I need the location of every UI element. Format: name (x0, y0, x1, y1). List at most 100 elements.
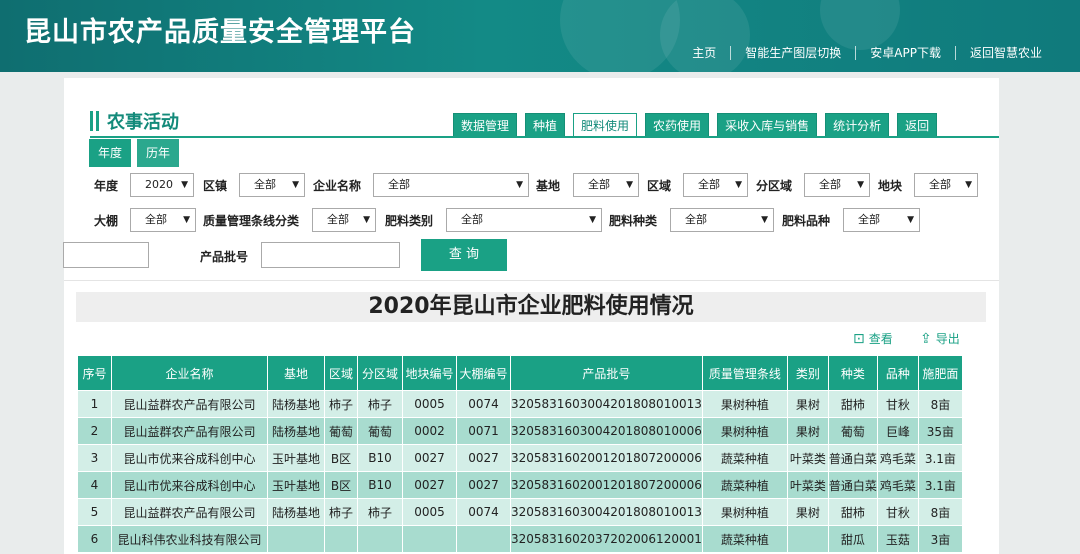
table-cell: B10 (357, 444, 403, 472)
top-nav: 主页 智能生产图层切换 安卓APP下载 返回智慧农业 (678, 44, 1056, 61)
table-row[interactable]: 2 昆山益群农产品有限公司 陆杨基地 葡萄 葡萄 0002 0071 320583160300… (77, 417, 963, 445)
fertilizer-table: 序号 企业名称 基地 区域 分区域 地块编号 大棚编号 产品批号 质量管理条线 … (77, 355, 963, 553)
app-title: 昆山市农产品质量安全管理平台 (24, 17, 416, 48)
table-cell: 柿子 (357, 390, 403, 418)
table-cell: 0027 (456, 444, 511, 472)
table-cell: 蔬菜种植 (701, 525, 788, 553)
top-header: 昆山市农产品质量安全管理平台 主页 智能生产图层切换 安卓APP下载 返回智慧农… (0, 0, 1080, 72)
table-cell: 昆山市优来谷成科创中心 (111, 471, 268, 499)
table-cell: 0002 (402, 417, 457, 445)
col-header[interactable]: 区域 (324, 355, 358, 391)
header-decoration (820, 0, 900, 50)
table-cell: 陆杨基地 (267, 390, 325, 418)
table-cell: 陆杨基地 (267, 417, 325, 445)
table-cell: 320583160203720200612000​1 (510, 525, 703, 553)
table-cell: 果树 (786, 417, 829, 445)
nav-layer-switch[interactable]: 智能生产图层切换 (731, 44, 855, 61)
col-header[interactable]: 种类 (827, 355, 878, 391)
table-cell: 普通白菜 (827, 471, 878, 499)
table-cell: 3.1亩 (917, 471, 963, 499)
col-header[interactable]: 品种 (876, 355, 919, 391)
table-cell (357, 525, 403, 553)
table-cell: 昆山益群农产品有限公司 (111, 498, 268, 526)
table-cell: 35亩 (917, 417, 963, 445)
table-cell: 果树种植 (701, 417, 788, 445)
table-cell: 5 (77, 498, 112, 526)
table-cell: 蔬菜种植 (701, 444, 788, 472)
table-row[interactable]: 1 昆山益群农产品有限公司 陆杨基地 柿子 柿子 0005 0074 320583160300… (77, 390, 963, 418)
table-cell: 0074 (456, 498, 511, 526)
table-cell: B区 (324, 444, 358, 472)
table-cell: 8亩 (917, 498, 963, 526)
table-cell: 0005 (402, 390, 457, 418)
table-cell: 3 (77, 444, 112, 472)
col-header[interactable]: 基地 (267, 355, 325, 391)
table-cell: 昆山科伟农业科技有限公司 (111, 525, 268, 553)
table-cell: 普通白菜 (827, 444, 878, 472)
main-panel: 农事活动 数据管理 种植 肥料使用 农药使用 采收入库与销售 统计分析 返回 年… (63, 78, 999, 554)
table-cell: 6 (77, 525, 112, 553)
table-row[interactable]: 4 昆山市优来谷成科创中心 玉叶基地 B区 B10 0027 0027 32058316020… (77, 471, 963, 499)
table-cell: B区 (324, 471, 358, 499)
table-cell: 0027 (402, 444, 457, 472)
table-cell: 鸡毛菜 (876, 471, 919, 499)
table-cell: 3亩 (917, 525, 963, 553)
table-cell: 0005 (402, 498, 457, 526)
table-row[interactable]: 3 昆山市优来谷成科创中心 玉叶基地 B区 B10 0027 0027 32058316020… (77, 444, 963, 472)
col-header[interactable]: 序号 (77, 355, 112, 391)
table-cell: 果树种植 (701, 498, 788, 526)
table-cell: 甜柿 (827, 390, 878, 418)
col-header[interactable]: 施肥面 (917, 355, 963, 391)
col-header[interactable]: 地块编号 (402, 355, 457, 391)
table-cell: 玉菇 (876, 525, 919, 553)
table-cell: 320583160300420180801001​3 (510, 498, 703, 526)
table-cell: 昆山益群农产品有限公司 (111, 390, 268, 418)
table-cell: 柿子 (357, 498, 403, 526)
table-cell (324, 525, 358, 553)
table-cell: 320583160200120180720000​6 (510, 471, 703, 499)
table-cell (402, 525, 457, 553)
table-cell: 3.1亩 (917, 444, 963, 472)
table-row[interactable]: 6 昆山科伟农业科技有限公司 320583160203720200612000​1 蔬… (77, 525, 963, 553)
col-header[interactable]: 企业名称 (111, 355, 268, 391)
table-cell: 8亩 (917, 390, 963, 418)
table-viewport: 序号 企业名称 基地 区域 分区域 地块编号 大棚编号 产品批号 质量管理条线 … (64, 78, 986, 554)
table-cell: 4 (77, 471, 112, 499)
table-cell: 果树种植 (701, 390, 788, 418)
table-cell: 叶菜类 (786, 444, 829, 472)
table-cell: 甜瓜 (827, 525, 878, 553)
col-header[interactable]: 大棚编号 (456, 355, 511, 391)
table-cell: 甘秋 (876, 498, 919, 526)
table-cell: 甜柿 (827, 498, 878, 526)
table-cell: 陆杨基地 (267, 498, 325, 526)
col-header[interactable]: 类别 (786, 355, 829, 391)
table-cell: 0074 (456, 390, 511, 418)
table-cell: 葡萄 (357, 417, 403, 445)
col-header[interactable]: 质量管理条线 (701, 355, 788, 391)
table-cell: 昆山益群农产品有限公司 (111, 417, 268, 445)
table-cell: 蔬菜种植 (701, 471, 788, 499)
col-header[interactable]: 分区域 (357, 355, 403, 391)
table-cell: 320583160300420180801000​6 (510, 417, 703, 445)
table-cell: 果树 (786, 498, 829, 526)
nav-back-smart-agri[interactable]: 返回智慧农业 (956, 44, 1056, 61)
table-cell: 葡萄 (324, 417, 358, 445)
table-cell (267, 525, 325, 553)
table-cell: 2 (77, 417, 112, 445)
table-cell: 鸡毛菜 (876, 444, 919, 472)
table-cell: 果树 (786, 390, 829, 418)
table-cell: 0027 (402, 471, 457, 499)
table-cell: 320583160300420180801001​3 (510, 390, 703, 418)
col-header[interactable]: 产品批号 (510, 355, 703, 391)
nav-android-download[interactable]: 安卓APP下载 (856, 44, 955, 61)
table-cell: 1 (77, 390, 112, 418)
nav-home[interactable]: 主页 (678, 44, 730, 61)
table-cell: 玉叶基地 (267, 471, 325, 499)
table-row[interactable]: 5 昆山益群农产品有限公司 陆杨基地 柿子 柿子 0005 0074 320583160300… (77, 498, 963, 526)
table-cell: 葡萄 (827, 417, 878, 445)
table-cell: 叶菜类 (786, 471, 829, 499)
table-cell: 0071 (456, 417, 511, 445)
table-cell (456, 525, 511, 553)
table-cell: 0027 (456, 471, 511, 499)
header-decoration (660, 0, 750, 72)
